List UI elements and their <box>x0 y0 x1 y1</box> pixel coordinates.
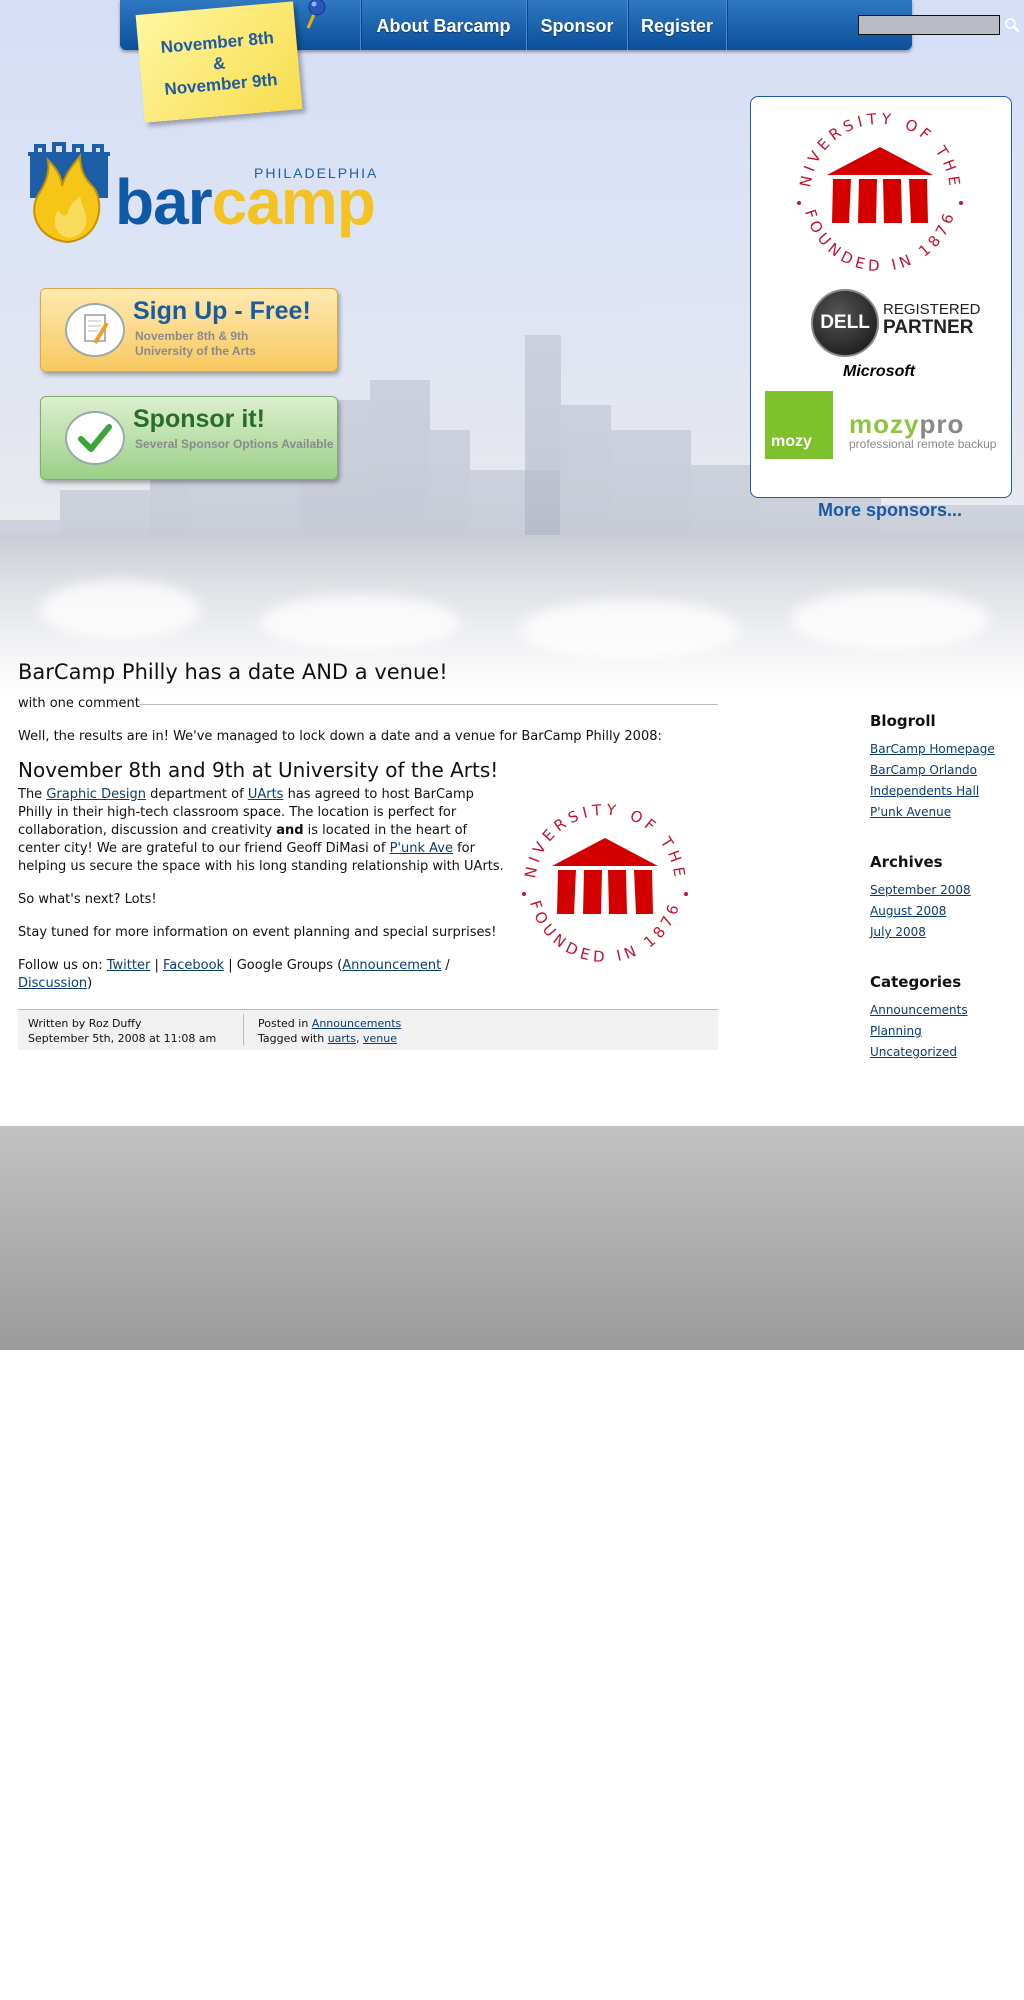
archives-list: September 2008 August 2008 July 2008 <box>870 880 1020 943</box>
mozy-logo[interactable]: mozy <box>765 391 833 459</box>
mozy-box-text: mozy <box>771 433 812 450</box>
post-follow-line: Follow us on: Twitter | Facebook | Googl… <box>18 958 450 991</box>
link-announcement[interactable]: Announcement <box>342 958 441 973</box>
mozypro-a: mozy <box>849 409 920 439</box>
logo-wordmark: barcamp <box>115 162 376 242</box>
sponsor-it-button[interactable]: Sponsor it! Several Sponsor Options Avai… <box>40 396 338 480</box>
link-punk-ave[interactable]: P'unk Ave <box>390 841 453 856</box>
post-intro: Well, the results are in! We've managed … <box>18 729 662 744</box>
post-date: September 5th, 2008 at 11:08 am <box>28 1032 217 1045</box>
comments-link[interactable]: with one comment <box>18 696 140 711</box>
search-icon[interactable] <box>1004 17 1020 33</box>
link-tag-venue[interactable]: venue <box>363 1032 397 1045</box>
blogroll-link[interactable]: BarCamp Homepage <box>870 742 995 756</box>
signup-free-button[interactable]: Sign Up - Free! November 8th & 9th Univer… <box>40 288 338 372</box>
date-note-text: November 8th & November 9th <box>160 28 279 99</box>
archive-link[interactable]: September 2008 <box>870 883 971 897</box>
date-sticky-note: November 8th & November 9th <box>135 1 303 123</box>
post-subtitle: November 8th and 9th at University of th… <box>18 758 499 782</box>
checkmark-icon <box>78 424 112 452</box>
post-meta-author: Written by Roz Duffy September 5th, 2008 … <box>28 1016 216 1046</box>
footer-band <box>0 1126 1024 1350</box>
archive-link[interactable]: July 2008 <box>870 925 926 939</box>
signup-circle <box>65 303 125 357</box>
post-paragraph-1: The Graphic Design department of UArts h… <box>18 787 504 874</box>
comment-line: with one comment <box>18 696 718 712</box>
categories-list: Announcements Planning Uncategorized <box>870 1000 1020 1063</box>
mozypro-wordmark: mozypro <box>849 409 964 440</box>
dell-logo[interactable]: DELL <box>811 289 879 357</box>
dell-partner: PARTNER <box>883 317 974 338</box>
uarts-seal-inline: THE UNIVERSITY OF THE ARTS FOUNDED IN 18… <box>510 790 689 966</box>
link-twitter[interactable]: Twitter <box>107 958 151 973</box>
category-link[interactable]: Uncategorized <box>870 1045 957 1059</box>
uarts-seal-logo[interactable]: THE UNIVERSITY OF THE ARTS FOUNDED IN 18… <box>785 99 975 289</box>
category-link[interactable]: Planning <box>870 1024 922 1038</box>
blogroll-link[interactable]: Independents Hall <box>870 784 979 798</box>
categories-heading: Categories <box>870 973 962 991</box>
signup-dates: November 8th & 9th <box>135 329 249 343</box>
inline-seal-bottom-text: FOUNDED IN 1876 <box>526 898 680 966</box>
link-graphic-design[interactable]: Graphic Design <box>46 787 146 802</box>
link-discussion[interactable]: Discussion <box>18 976 87 991</box>
inline-seal-top-text: THE UNIVERSITY OF THE ARTS <box>510 790 685 882</box>
document-pencil-icon <box>84 314 109 345</box>
signup-venue: University of the Arts <box>135 344 256 358</box>
sponsor-circle <box>65 411 125 465</box>
sponsor-subtitle: Several Sponsor Options Available <box>135 437 334 451</box>
mozypro-tagline: professional remote backup <box>849 437 997 451</box>
post-meta-tags: Posted in Announcements Tagged with uart… <box>258 1017 402 1045</box>
blogroll-list: BarCamp Homepage BarCamp Orlando Indepen… <box>870 739 1020 823</box>
svg-text:THE UNIVERSITY OF THE ARTS: THE UNIVERSITY OF THE ARTS <box>785 99 964 191</box>
svg-text:FOUNDED IN 1876: FOUNDED IN 1876 <box>526 898 684 966</box>
svg-text:FOUNDED IN 1876: FOUNDED IN 1876 <box>801 207 959 275</box>
nav-sponsor[interactable]: Sponsor <box>527 0 627 50</box>
more-sponsors-link[interactable]: More sponsors... <box>818 500 962 521</box>
svg-text:THE UNIVERSITY OF THE ARTS: THE UNIVERSITY OF THE ARTS <box>510 790 689 882</box>
logo-word-camp: camp <box>211 166 376 238</box>
post-footer: Written by Roz Duffy September 5th, 2008 … <box>18 1009 718 1050</box>
mozypro-b: pro <box>919 409 965 439</box>
signup-subtitle: November 8th & 9th University of the Arts <box>135 329 256 359</box>
pushpin-icon <box>306 0 326 29</box>
blogroll-heading: Blogroll <box>870 712 936 730</box>
seal-bottom-text: FOUNDED IN 1876 <box>801 207 955 275</box>
nav-about-barcamp[interactable]: About Barcamp <box>361 0 526 50</box>
search-input[interactable] <box>858 15 1000 35</box>
nav-register[interactable]: Register <box>628 0 726 50</box>
post-title[interactable]: BarCamp Philly has a date AND a venue! <box>18 660 718 684</box>
microsoft-logo[interactable]: Microsoft <box>843 363 915 381</box>
blogroll-link[interactable]: P'unk Avenue <box>870 805 951 819</box>
archive-link[interactable]: August 2008 <box>870 904 946 918</box>
link-facebook[interactable]: Facebook <box>163 958 224 973</box>
sponsor-title: Sponsor it! <box>133 405 265 433</box>
post-content: BarCamp Philly has a date AND a venue! w… <box>18 660 718 1050</box>
sidebar: Blogroll BarCamp Homepage BarCamp Orland… <box>870 712 1020 1093</box>
sponsor-box: THE UNIVERSITY OF THE ARTS FOUNDED IN 18… <box>750 96 1012 498</box>
blogroll-link[interactable]: BarCamp Orlando <box>870 763 977 777</box>
post-author: Written by Roz Duffy <box>28 1017 142 1030</box>
link-tag-uarts[interactable]: uarts <box>328 1032 356 1045</box>
dell-partner-text: REGISTERED PARTNER <box>883 301 981 338</box>
logo-word-bar: bar <box>115 166 213 238</box>
link-category-announcements[interactable]: Announcements <box>312 1017 401 1030</box>
signup-title: Sign Up - Free! <box>133 297 311 325</box>
seal-top-text: THE UNIVERSITY OF THE ARTS <box>785 99 960 191</box>
archives-heading: Archives <box>870 853 943 871</box>
link-uarts[interactable]: UArts <box>248 787 284 802</box>
category-link[interactable]: Announcements <box>870 1003 968 1017</box>
